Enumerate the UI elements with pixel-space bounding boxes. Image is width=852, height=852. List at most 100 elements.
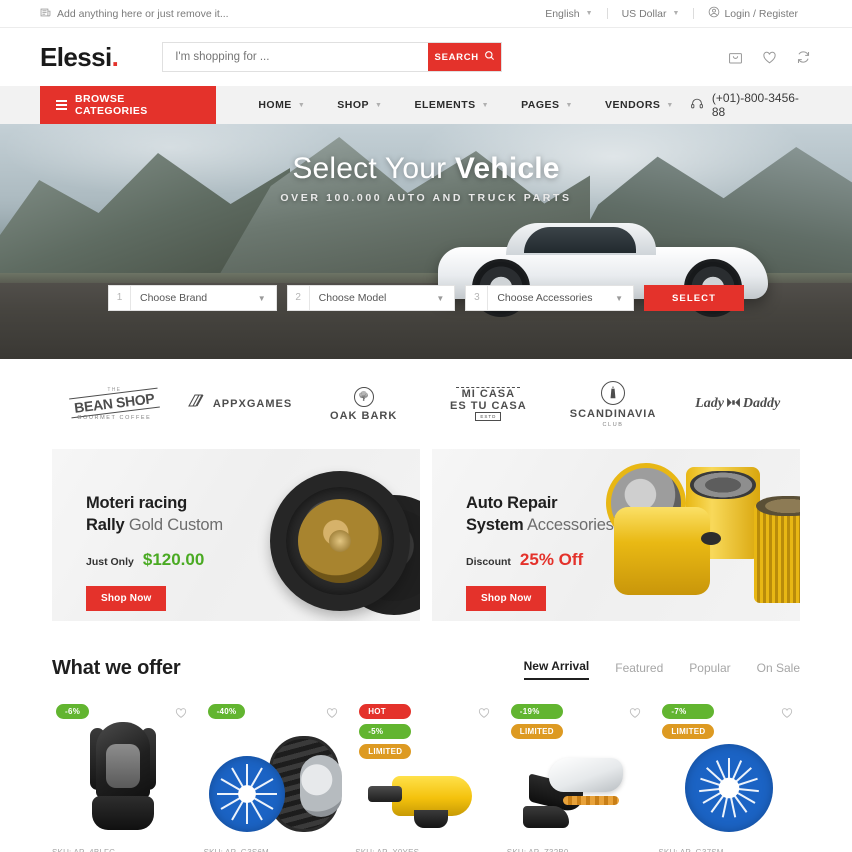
wishlist-heart-icon[interactable] xyxy=(628,706,642,725)
nav-item-pages[interactable]: PAGES ▼ xyxy=(505,99,589,111)
badge-group: -40% xyxy=(207,704,246,719)
brand-logo-appxgames[interactable]: APPXGAMES xyxy=(177,392,302,417)
step-number: 3 xyxy=(466,286,489,310)
chevron-down-icon: ▼ xyxy=(297,101,306,109)
wishlist-heart-icon[interactable] xyxy=(325,706,339,725)
product-card[interactable]: HOT -5% LIMITED SKU: AP_X0YES xyxy=(355,700,497,852)
blue-wheel-illustration xyxy=(685,744,774,832)
discount-badge: -7% xyxy=(662,704,715,719)
discount-badge: -5% xyxy=(359,724,412,739)
wishlist-heart-icon[interactable] xyxy=(780,706,794,725)
product-image xyxy=(52,714,194,832)
promo-heading: Moteri racing Rally Gold Custom xyxy=(86,493,223,537)
brand-sub: ESTD xyxy=(475,412,502,421)
select-submit-button[interactable]: SELECT xyxy=(644,285,745,311)
section-title: What we offer xyxy=(52,657,181,679)
newspaper-icon xyxy=(40,7,51,21)
promo-heading-line-2-light: Accessories xyxy=(523,515,614,534)
badge-group: -6% xyxy=(56,704,90,719)
product-card[interactable]: -40% xyxy=(204,700,346,852)
logo-text: Elessi xyxy=(40,41,112,72)
brand-name: SCANDINAVIA xyxy=(569,407,657,420)
nav-menu: HOME ▼ SHOP ▼ ELEMENTS ▼ PAGES ▼ VENDORS… xyxy=(242,99,690,111)
currency-selector[interactable]: US Dollar ▼ xyxy=(608,8,694,20)
chevron-down-icon: ▼ xyxy=(615,293,624,303)
login-register-label: Login / Register xyxy=(724,7,798,20)
search-button-label: SEARCH xyxy=(434,51,479,63)
choose-brand-label: Choose Brand xyxy=(140,292,208,304)
promo-banner-tires[interactable]: Moteri racing Rally Gold Custom Just Onl… xyxy=(52,449,420,621)
page-root: Add anything here or just remove it... E… xyxy=(0,0,852,852)
brand-name-part-1: Lady xyxy=(695,396,724,411)
tab-on-sale[interactable]: On Sale xyxy=(757,661,800,680)
chevron-down-icon: ▼ xyxy=(585,10,593,17)
choose-model-select[interactable]: 2 Choose Model ▼ xyxy=(286,285,456,311)
nav-item-vendors[interactable]: VENDORS ▼ xyxy=(589,99,690,111)
badge-group: -19% LIMITED xyxy=(510,704,563,739)
brand-logo-bean-shop[interactable]: THE BEAN SHOP GOURMET COFFEE xyxy=(52,387,177,421)
logo-dot: . xyxy=(111,41,119,72)
brand-logo-lady-daddy[interactable]: Lady Daddy xyxy=(675,395,800,413)
promo-heading-line-2-bold: System xyxy=(466,515,524,534)
top-bar-notice-text: Add anything here or just remove it... xyxy=(57,7,229,20)
promo-price-value: 25% Off xyxy=(519,549,584,569)
promo-price-label: Discount xyxy=(466,555,511,568)
browse-categories-button[interactable]: BROWSE CATEGORIES xyxy=(40,86,217,124)
login-register-link[interactable]: Login / Register xyxy=(694,6,812,21)
offers-tab-list: New Arrival Featured Popular On Sale xyxy=(523,659,800,680)
limited-badge: LIMITED xyxy=(359,744,412,759)
product-image xyxy=(204,714,346,832)
tab-popular[interactable]: Popular xyxy=(689,661,730,680)
headset-icon xyxy=(690,97,704,114)
discount-badge: -6% xyxy=(56,704,90,719)
main-navigation: BROWSE CATEGORIES HOME ▼ SHOP ▼ ELEMENTS… xyxy=(0,86,852,124)
chevron-down-icon: ▼ xyxy=(666,101,674,109)
wishlist-heart-icon[interactable] xyxy=(174,706,188,725)
nav-item-home[interactable]: HOME ▼ xyxy=(242,99,321,111)
nav-item-label: ELEMENTS xyxy=(414,99,476,111)
logo[interactable]: Elessi. xyxy=(40,41,119,73)
wishlist-heart-icon[interactable] xyxy=(761,49,778,66)
product-sku: SKU: AP_G3S6M xyxy=(204,848,346,852)
vehicle-selector-form: 1 Choose Brand ▼ 2 Choose Model ▼ 3 Choo… xyxy=(108,285,745,311)
language-selector[interactable]: English ▼ xyxy=(531,8,606,20)
brand-logo-mi-casa[interactable]: MI CASA ES TU CASA ESTD xyxy=(426,387,551,421)
product-grid: -6% SKU: AP_4BLFC -40% xyxy=(52,700,800,852)
hero-title: Select Your Vehicle xyxy=(0,152,852,186)
product-card[interactable]: -7% LIMITED xyxy=(658,700,800,852)
step-number: 1 xyxy=(109,286,131,310)
search-button[interactable]: SEARCH xyxy=(428,43,502,71)
tab-featured[interactable]: Featured xyxy=(615,661,663,680)
brand-logo-oak-bark[interactable]: 🌳 OAK BARK xyxy=(301,386,426,422)
choose-brand-select[interactable]: 1 Choose Brand ▼ xyxy=(108,285,277,311)
hero-subtitle: OVER 100.000 AUTO AND TRUCK PARTS xyxy=(280,192,572,204)
tab-new-arrival[interactable]: New Arrival xyxy=(523,659,590,680)
hero-title-bold: Vehicle xyxy=(454,152,560,185)
handheld-vacuum-illustration xyxy=(367,768,482,832)
nav-item-shop[interactable]: SHOP ▼ xyxy=(321,99,398,111)
compare-icon[interactable] xyxy=(795,49,812,66)
support-phone[interactable]: (+01)-800-3456-88 xyxy=(690,91,812,119)
browse-categories-label: BROWSE CATEGORIES xyxy=(75,93,148,117)
shop-now-button[interactable]: Shop Now xyxy=(86,585,167,611)
wishlist-heart-icon[interactable] xyxy=(477,706,491,725)
badge-group: HOT -5% LIMITED xyxy=(359,704,412,759)
shop-now-button[interactable]: Shop Now xyxy=(466,585,547,611)
choose-accessories-select[interactable]: 3 Choose Accessories ▼ xyxy=(465,285,635,311)
cart-icon[interactable] xyxy=(727,49,744,66)
promo-content: Moteri racing Rally Gold Custom Just Onl… xyxy=(86,493,223,611)
product-card[interactable]: -19% LIMITED SKU: AP_Z32B0 xyxy=(507,700,649,852)
nav-item-elements[interactable]: ELEMENTS ▼ xyxy=(398,99,505,111)
promo-heading-line-1: Auto Repair xyxy=(466,494,558,512)
top-bar-notice: Add anything here or just remove it... xyxy=(40,7,229,21)
hero-banner: Select Your Vehicle OVER 100.000 AUTO AN… xyxy=(0,124,852,359)
nav-item-label: SHOP xyxy=(337,99,370,111)
product-card[interactable]: -6% SKU: AP_4BLFC xyxy=(52,700,194,852)
chevron-down-icon: ▼ xyxy=(257,293,266,303)
search-input[interactable] xyxy=(163,43,429,71)
top-bar: Add anything here or just remove it... E… xyxy=(0,0,852,28)
brand-name: OAK BARK xyxy=(330,409,398,422)
brand-logo-scandinavia-club[interactable]: SCANDINAVIA CLUB xyxy=(551,380,676,428)
promo-banner-auto-repair[interactable]: Auto Repair System Accessories Discount … xyxy=(432,449,800,621)
search-icon xyxy=(484,50,495,64)
